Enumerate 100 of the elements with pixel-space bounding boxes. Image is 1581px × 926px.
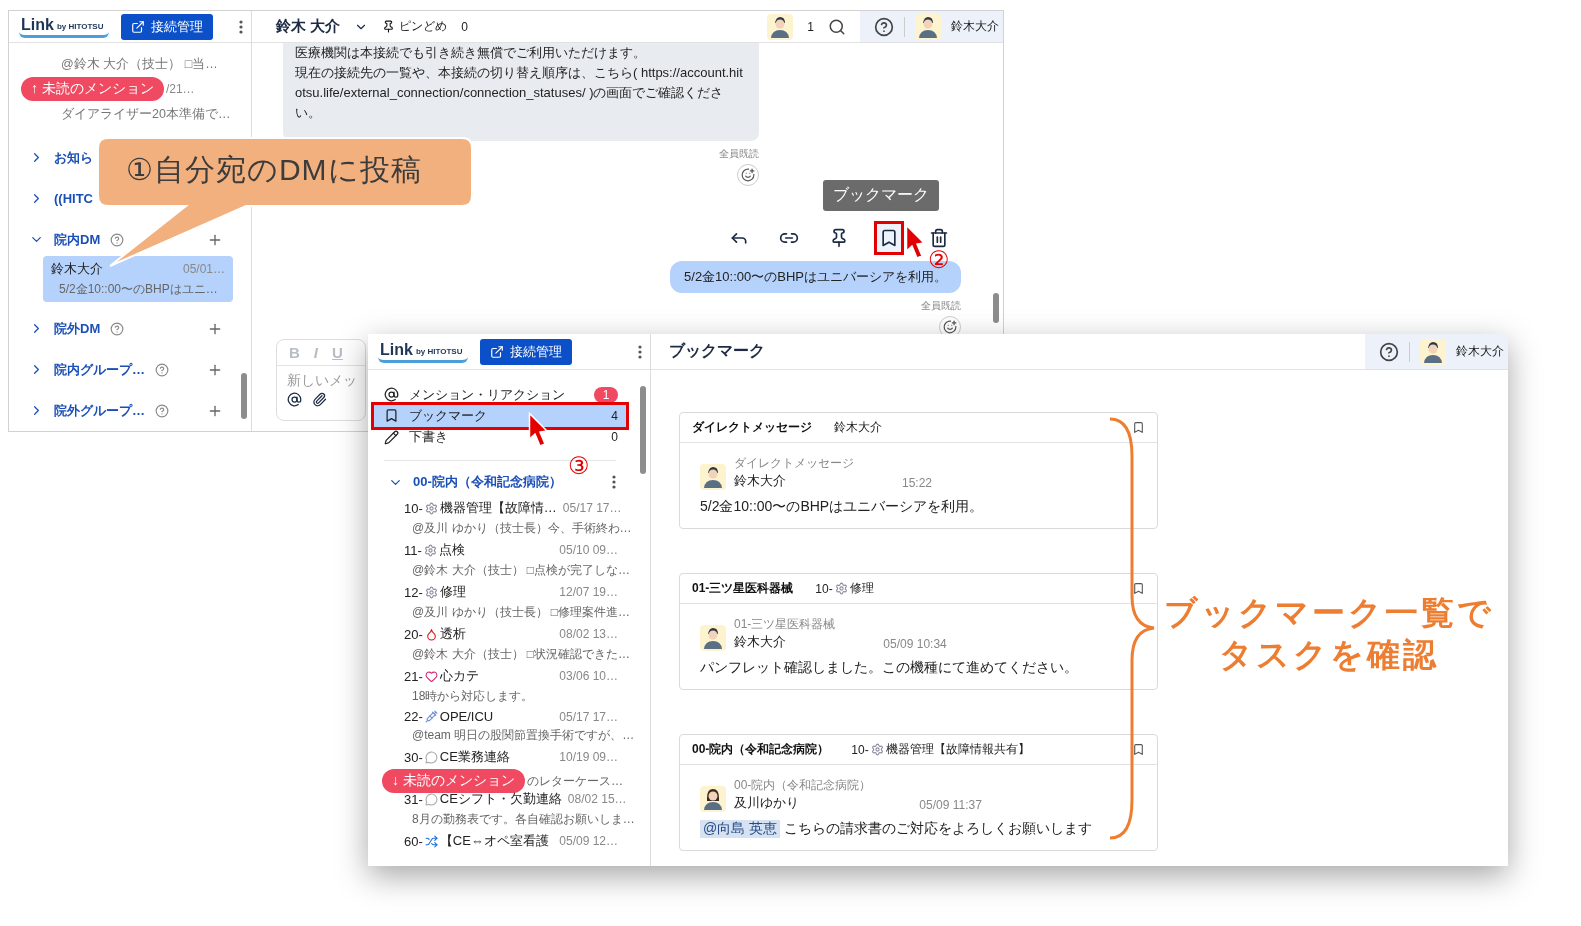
channel-group-label[interactable]: ((HITC: [54, 191, 93, 206]
search-button[interactable]: [828, 17, 846, 36]
channel-name[interactable]: 10- 機器管理【故障情…: [404, 499, 557, 518]
bookmark-card[interactable]: 01-三ツ星医科器械 10- 修理 01-三ツ星医科器械 鈴木大介 05/09 10:34 パンフレット確認しました。この機種にて進めてください。: [679, 573, 1158, 690]
message-preview: ダイアライザー20本準備で…: [60, 106, 232, 123]
add-reaction-button[interactable]: [737, 164, 759, 186]
channel-group-label[interactable]: 院内グループ…: [54, 360, 145, 379]
external-link-icon: [131, 19, 146, 34]
channel-group-label[interactable]: 院外DM: [54, 319, 101, 338]
message-time: 12/07 19…: [559, 585, 618, 600]
syringe-icon: [424, 710, 438, 724]
message-preview: のレターケース…: [526, 772, 623, 790]
more-menu-button[interactable]: [239, 19, 243, 34]
user-name[interactable]: 鈴木大介: [1456, 343, 1504, 360]
message-text: 現在の接続先の一覧や、本接続の切り替え順序は、こちら( https://account.hitotsu.life/external_connection/connection_statuses/ )の画面でご確認ください。: [295, 64, 744, 122]
scrollbar[interactable]: [640, 386, 646, 474]
search-icon: [828, 17, 846, 36]
message-preview: 18時から対応します。: [411, 688, 534, 706]
message-time: 05/10 09…: [559, 543, 618, 558]
scrollbar[interactable]: [241, 373, 247, 419]
gear-icon: [870, 743, 884, 756]
external-link-icon: [490, 344, 505, 359]
avatar-icon: [915, 13, 941, 40]
avatar-icon: [700, 786, 726, 812]
message-preview: @及川 ゆかり（技士長）今、手術終わ…: [411, 520, 632, 538]
heart-icon: [424, 669, 438, 683]
message-preview: 5/2金10::00〜のBHPはユニ…: [58, 281, 219, 298]
channel-name[interactable]: 20- 透析: [404, 625, 466, 644]
message-time: 05/09 12…: [559, 834, 618, 849]
speech-bubble-icon: [424, 792, 438, 806]
trash-icon: [929, 228, 949, 248]
channel-group-label[interactable]: お知ら: [54, 148, 93, 167]
channel-name[interactable]: 12- 修理: [404, 583, 466, 602]
message-time: 08/02 15…: [567, 792, 627, 807]
avatar-icon: [700, 625, 726, 651]
card-topic: 10- 修理: [815, 580, 874, 597]
message-time: /21…: [165, 82, 195, 96]
card-channel: 00-院内（令和記念病院）: [692, 741, 830, 758]
message-preview: @鈴木 大介（技士） □当…: [60, 56, 219, 73]
message-time: 10/19 09…: [559, 750, 618, 765]
smiley-icon: [943, 320, 957, 334]
channel-name[interactable]: 21- 心カテ: [404, 667, 479, 686]
speech-bubble-icon: [424, 750, 438, 764]
dm-item[interactable]: 鈴木大介 05/01… 5/2金10::00〜のBHPはユニ…: [43, 256, 233, 302]
scrollbar[interactable]: [993, 293, 999, 323]
avatar-icon: [767, 13, 794, 40]
logo-wordmark: Link: [21, 15, 54, 34]
card-topic: 10- 機器管理【故障情報共有】: [851, 741, 1030, 758]
bookmark-card[interactable]: ダイレクトメッセージ 鈴木大介 ダイレクトメッセージ 鈴木大介 15:22 5/2金10::00〜のBHPはユニバーシアを利用。: [679, 412, 1158, 529]
bookmark-icon: [1132, 582, 1145, 595]
card-topic: 鈴木大介: [834, 419, 882, 436]
channel-name[interactable]: 22- OPE/ICU: [404, 709, 494, 725]
at-sign-icon: [384, 387, 399, 403]
callout-text: ①自分宛のDMに投稿: [126, 152, 422, 188]
author-name: 鈴木大介: [734, 472, 787, 490]
paperclip-icon: [312, 392, 327, 407]
nav-item[interactable]: ブックマーク 4: [374, 405, 626, 427]
chat-title[interactable]: 鈴木 大介: [276, 17, 341, 36]
logo-byline: by HITOTSU: [56, 21, 104, 33]
message-text: パンフレット確認しました。この機種にて進めてください。: [700, 659, 1079, 677]
section-label[interactable]: 00-院内（令和記念病院）: [413, 473, 562, 492]
nav-item[interactable]: メンション・リアクション 1: [374, 384, 626, 406]
read-status: 全員既読: [719, 147, 759, 161]
nav-item[interactable]: 下書き 0: [374, 426, 626, 448]
item-count: 4: [611, 408, 618, 423]
help-icon: [110, 232, 125, 247]
gear-icon: [424, 501, 438, 515]
page-title: ブックマーク: [669, 341, 765, 361]
bookmark-card[interactable]: 00-院内（令和記念病院） 10- 機器管理【故障情報共有】 00-院内（令和記念病院） 及川ゆかり 05/09 11:37 @向島 英恵 こちらの請求書のご対応をよろしくお願いします: [679, 734, 1158, 851]
message-time: 05/17 17…: [559, 709, 618, 724]
gear-icon: [423, 543, 437, 557]
droplet-icon: [424, 627, 438, 641]
connection-management-button[interactable]: 接続管理: [121, 13, 214, 40]
pencil-icon: [384, 429, 399, 445]
help-icon: [1379, 341, 1399, 362]
unread-mention-badge[interactable]: ↑ 未読のメンション: [21, 77, 164, 101]
help-icon: [155, 403, 169, 418]
help-icon: [155, 362, 169, 377]
channel-name[interactable]: 11- 点検: [404, 541, 465, 560]
bookmark-button[interactable]: [874, 221, 904, 255]
message-time: 05/17 17…: [562, 501, 622, 516]
pin-icon: [382, 20, 396, 33]
pins-label[interactable]: ピンどめ: [399, 18, 448, 35]
message-text: 5/2金10::00〜のBHPはユニバーシアを利用。: [700, 498, 985, 516]
user-name[interactable]: 鈴木大介: [951, 18, 999, 35]
step-number: ③: [568, 452, 590, 480]
author-name: 及川ゆかり: [734, 794, 800, 812]
read-status: 全員既読: [921, 299, 961, 313]
channel-name[interactable]: 30- CE業務連絡: [404, 748, 510, 767]
at-sign-icon: [287, 392, 302, 407]
channel-group-label[interactable]: 院外グループ…: [54, 401, 145, 420]
channel-group-label[interactable]: 院内DM: [54, 230, 101, 249]
source-channel: 00-院内（令和記念病院）: [734, 777, 872, 794]
kebab-icon: [612, 475, 616, 490]
more-menu-button[interactable]: [612, 475, 616, 490]
more-menu-button[interactable]: [638, 344, 642, 359]
channel-name[interactable]: 60- 【CE⇔オペ室看護: [404, 832, 549, 851]
connection-management-button[interactable]: 接続管理: [480, 338, 573, 365]
bookmark-icon: [879, 228, 899, 248]
author-name: 鈴木大介: [734, 633, 787, 651]
